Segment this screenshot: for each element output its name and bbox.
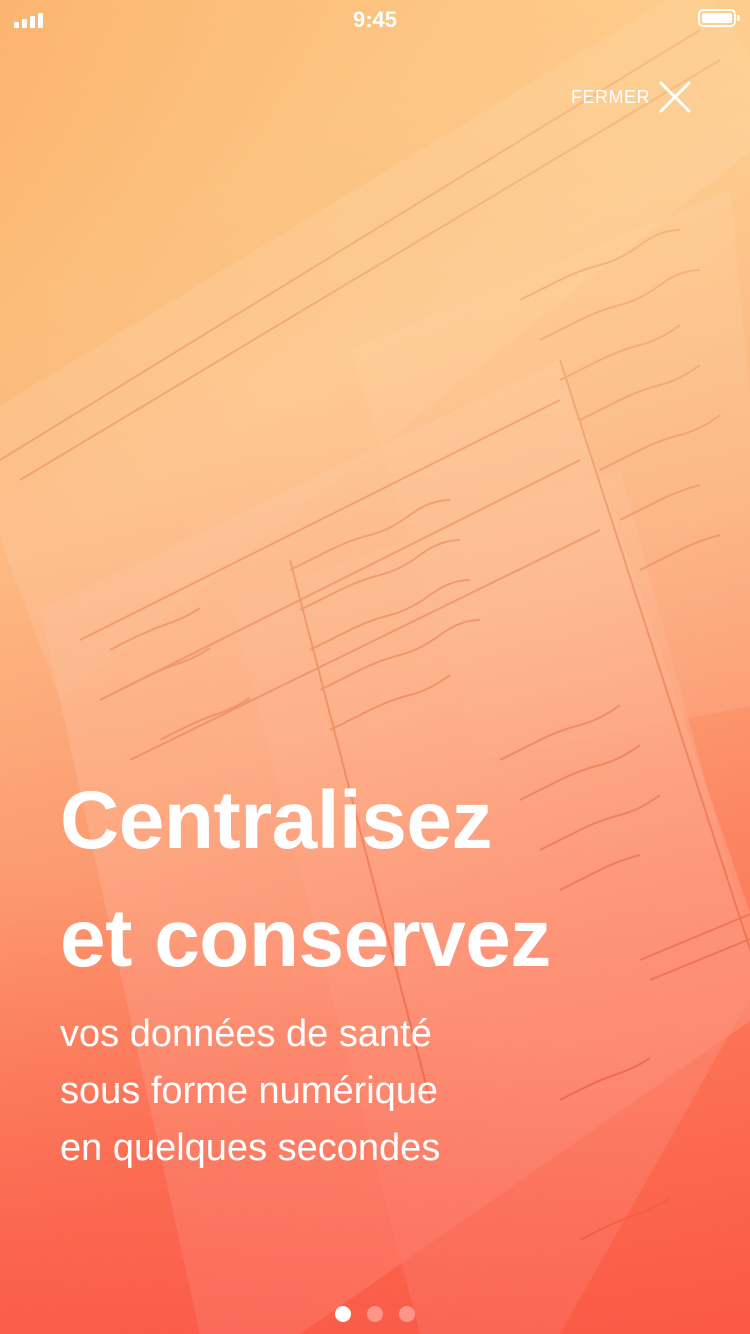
page-indicator	[0, 1306, 750, 1322]
onboarding-screen: 9:45 FERMER Centralisez et conservez vos…	[0, 0, 750, 1334]
page-dot[interactable]	[399, 1306, 415, 1322]
close-label: FERMER	[571, 86, 650, 107]
headline-line: et conservez	[60, 893, 551, 984]
page-dot[interactable]	[335, 1306, 351, 1322]
close-icon	[659, 81, 691, 113]
battery-icon	[698, 9, 740, 27]
close-button[interactable]: FERMER	[571, 80, 692, 114]
headline-line: Centralisez	[60, 775, 493, 866]
onboarding-subtitle: vos données de santé sous forme numériqu…	[60, 1006, 720, 1177]
status-time: 9:45	[352, 7, 398, 32]
onboarding-headline: Centralisez et conservez	[60, 762, 720, 998]
subtitle-line: sous forme numérique	[60, 1070, 439, 1112]
subtitle-line: en quelques secondes	[60, 1127, 441, 1169]
status-bar: 9:45	[0, 0, 750, 40]
page-dot[interactable]	[367, 1306, 383, 1322]
subtitle-line: vos données de santé	[60, 1013, 432, 1055]
